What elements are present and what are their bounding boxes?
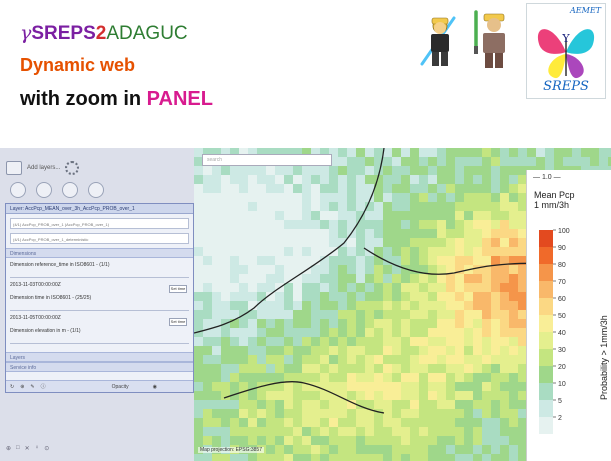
- legend-swatch: [539, 349, 553, 366]
- subtitle-prefix: with zoom in: [20, 88, 147, 110]
- legend-colorbar: 100 90 80 70 60 50 40 30 20 10 5 2: [539, 228, 570, 434]
- layer-properties-panel: Layer: AccPcp_MEAN_over_3h_AccPcp_PROB_o…: [5, 203, 194, 393]
- legend-tick-label: 70: [558, 279, 566, 286]
- elevation-slider[interactable]: [10, 339, 189, 344]
- legend-swatch: [539, 281, 553, 298]
- time-slider[interactable]: [10, 306, 189, 311]
- legend-tick-label: 2: [558, 415, 562, 422]
- legend-swatch: [539, 298, 553, 315]
- legend-title-line-2: 1 mm/3h: [534, 200, 570, 210]
- tab-globe-icon[interactable]: [36, 182, 52, 198]
- service-info-section[interactable]: Service info: [6, 362, 193, 372]
- contour-line-icon: —: [533, 174, 542, 181]
- sreps-logo-text: SREPS: [543, 79, 589, 94]
- legend-tick-label: 100: [558, 228, 570, 235]
- add-layers-link[interactable]: Add layers...: [27, 165, 60, 171]
- style-select[interactable]: (4/1) AccPcp_PROB_over_1_deterministic: [10, 233, 189, 244]
- zoom-icon[interactable]: ⊕: [20, 384, 24, 390]
- layers-section[interactable]: Layers: [6, 352, 193, 362]
- subtitle-dynamic-web: Dynamic web: [20, 55, 136, 75]
- pin-icon[interactable]: ⊙: [44, 445, 49, 452]
- eye-icon[interactable]: ◉: [153, 384, 157, 390]
- legend-swatch: [539, 400, 553, 417]
- legend-tick-label: 90: [558, 245, 566, 252]
- legend-tick-label: 80: [558, 262, 566, 269]
- subtitle-zoom-panel: with zoom in PANEL: [20, 88, 213, 111]
- opacity-label: Opacity: [111, 383, 129, 390]
- layer-header: Layer: AccPcp_MEAN_over_3h_AccPcp_PROB_o…: [6, 204, 193, 214]
- adaguc-viewer: Add layers... Layer: AccPcp_MEAN_over_3h…: [0, 148, 611, 461]
- legend-tick-label: 60: [558, 296, 566, 303]
- time-value: 2013-11-05T00:00:00Z: [10, 315, 61, 321]
- legend-tick-label: 30: [558, 347, 566, 354]
- info-icon[interactable]: ⓘ: [41, 383, 46, 390]
- legend-swatch: [539, 417, 553, 434]
- ref-time-slider[interactable]: [10, 273, 189, 278]
- legend-title-line-1: Mean Pcp: [534, 190, 575, 200]
- legend-tick-label: 50: [558, 313, 566, 320]
- set-ref-time-button[interactable]: Set time: [169, 285, 187, 293]
- elevation-label: Dimension elevation in m - (1/1): [10, 328, 81, 334]
- refresh-icon[interactable]: ↻: [10, 384, 14, 390]
- legend-swatch: [539, 230, 553, 247]
- legend-tick-label: 5: [558, 398, 562, 405]
- layer-select[interactable]: (4/1) AccPcp_PROB_over_1 (AccPcp_PROB_ov…: [10, 218, 189, 229]
- left-panel: Add layers... Layer: AccPcp_MEAN_over_3h…: [0, 148, 194, 461]
- title-sreps: SREPS: [31, 23, 96, 44]
- legend: — 1.0 — Mean Pcp 1 mm/3h 100 90 80 70 60 50 40…: [526, 170, 611, 461]
- legend-tick-label: 20: [558, 364, 566, 371]
- legend-swatch: [539, 366, 553, 383]
- legend-swatch: [539, 315, 553, 332]
- point-icon[interactable]: ♀: [35, 445, 40, 451]
- legend-swatch: [539, 264, 553, 281]
- legend-axis-label: Probability > 1mm/3h: [599, 315, 609, 400]
- select-icon[interactable]: □: [16, 445, 20, 451]
- tab-clock-icon[interactable]: [88, 182, 104, 198]
- settings-gear-icon[interactable]: [65, 161, 80, 175]
- title-two: 2: [95, 23, 107, 44]
- sreps-logo: AEMET Y SREPS: [526, 3, 606, 99]
- layer-actions-bar: ↻ ⊕ ✎ ⓘ Opacity ◉: [6, 380, 193, 392]
- legend-tick-label: 10: [558, 381, 566, 388]
- svg-text:Y: Y: [561, 32, 570, 45]
- legend-swatch: [539, 383, 553, 400]
- tab-layers-icon[interactable]: [10, 182, 26, 198]
- legend-swatch: [539, 247, 553, 264]
- subtitle-panel-word: PANEL: [146, 88, 213, 110]
- zoom-in-icon[interactable]: ⊕: [6, 445, 11, 452]
- set-time-button[interactable]: Set time: [169, 318, 187, 326]
- aemet-logo: AEMET: [570, 6, 601, 15]
- top-toolbar: Add layers...: [6, 156, 192, 180]
- pan-icon[interactable]: ✕: [25, 445, 30, 452]
- dimensions-section[interactable]: Dimensions: [6, 248, 193, 258]
- map-projection-note: Map projection: EPSG:3857: [198, 447, 264, 453]
- bottom-toolbar: ⊕ □ ✕ ♀ ⊙: [6, 441, 192, 455]
- slide-title: γSREPS2ADAGUC: [20, 22, 188, 45]
- legend-tick-label: 40: [558, 330, 566, 337]
- ref-time-label: Dimension reference_time in ISO8601 - (1…: [10, 262, 110, 268]
- panel-tabs: [6, 182, 192, 200]
- edit-icon[interactable]: ✎: [30, 384, 34, 390]
- slide-header: γSREPS2ADAGUC Dynamic web with zoom in P…: [0, 0, 611, 145]
- layers-icon[interactable]: [6, 161, 22, 175]
- butterfly-icon: Y: [537, 29, 595, 79]
- legend-contour-value: 1.0: [541, 174, 552, 181]
- title-gamma: γ: [20, 22, 32, 44]
- time-label: Dimension time in ISO8601 - (25/25): [10, 295, 92, 301]
- legend-title: Mean Pcp 1 mm/3h: [534, 190, 575, 210]
- minifigure-blue-saber-image: [420, 16, 456, 66]
- title-adaguc: ADAGUC: [106, 23, 188, 44]
- minifigure-green-saber-image: [474, 10, 505, 68]
- search-input[interactable]: search: [202, 154, 332, 166]
- tab-tools-icon[interactable]: [62, 182, 78, 198]
- legend-contour-entry: — 1.0 —: [533, 174, 561, 181]
- legend-swatch: [539, 332, 553, 349]
- ref-time-value: 2013-11-03T00:00:00Z: [10, 282, 61, 288]
